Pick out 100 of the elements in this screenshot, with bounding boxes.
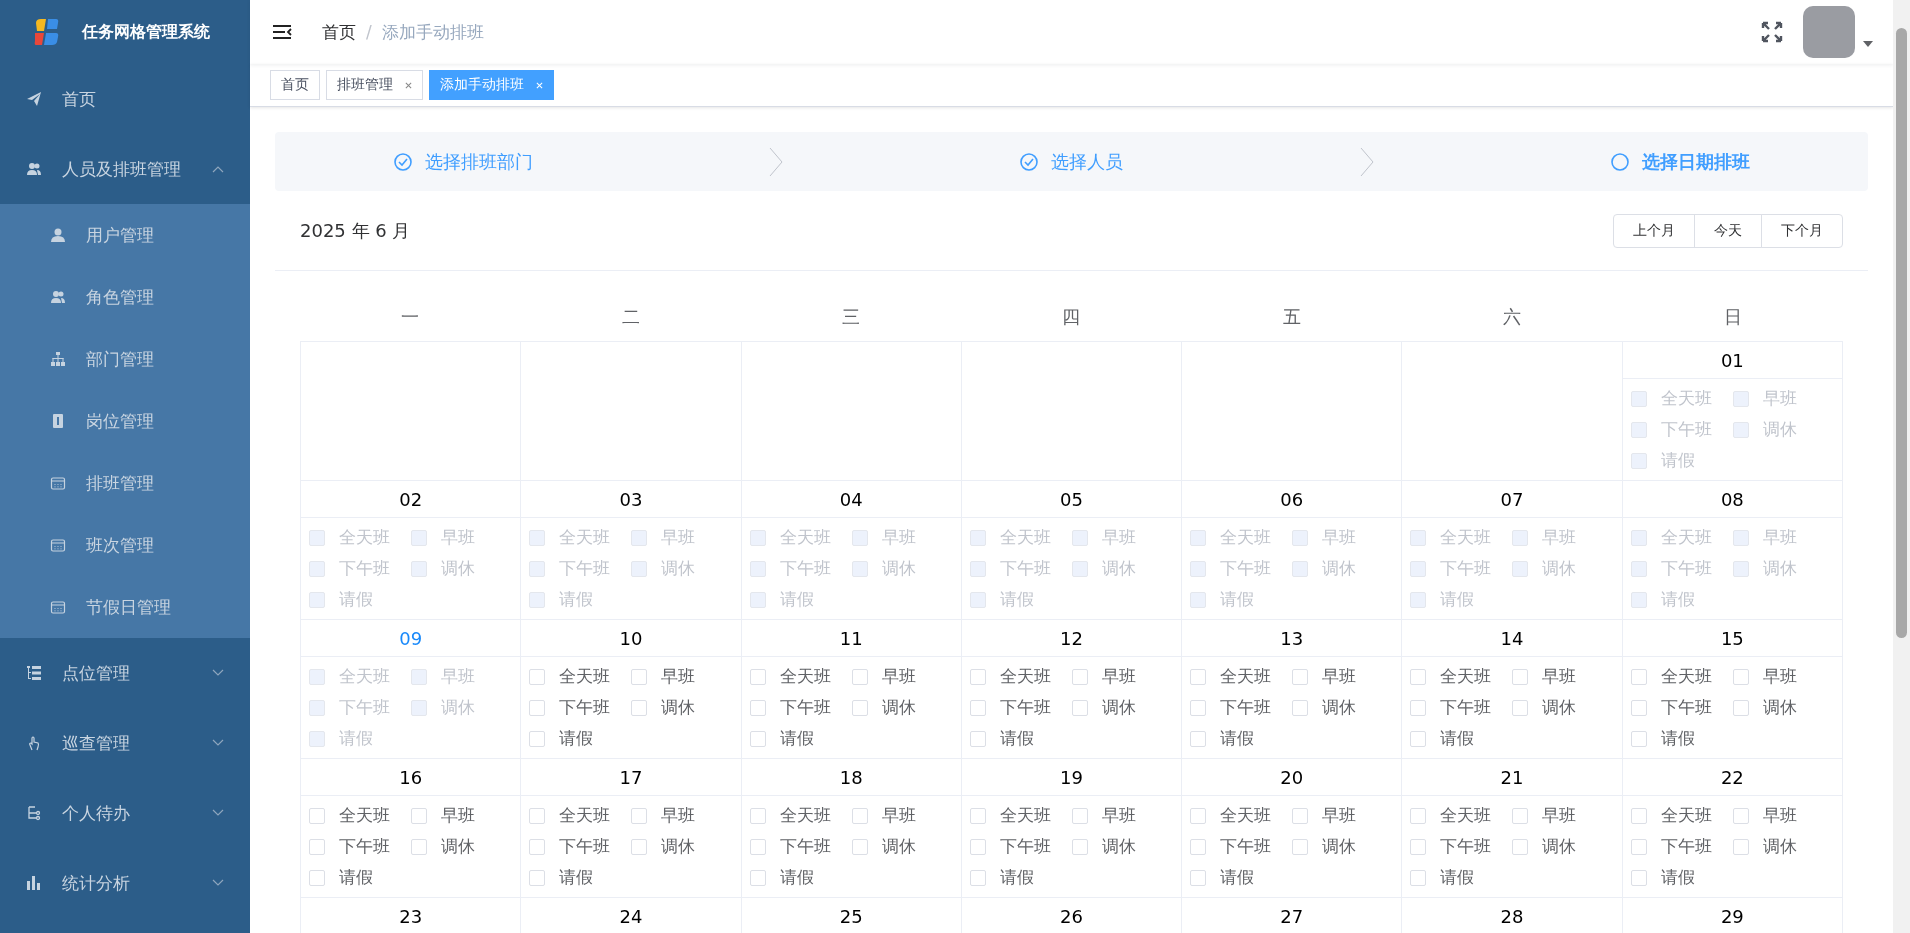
shift-checkbox[interactable]: 全天班 xyxy=(1190,665,1293,688)
submenu-item[interactable]: 班次管理 xyxy=(0,514,250,576)
breadcrumb-item[interactable]: 首页 xyxy=(322,20,356,44)
submenu-item[interactable]: 部门管理 xyxy=(0,328,250,390)
shift-checkbox[interactable]: 调休 xyxy=(1292,835,1394,858)
shift-checkbox[interactable]: 调休 xyxy=(851,835,953,858)
shift-checkbox[interactable]: 早班 xyxy=(1512,804,1614,827)
shift-checkbox[interactable]: 全天班 xyxy=(749,804,852,827)
shift-checkbox[interactable]: 请假 xyxy=(1410,727,1513,750)
shift-checkbox[interactable]: 下午班 xyxy=(309,835,411,858)
shift-checkbox[interactable]: 调休 xyxy=(411,835,513,858)
org-chart-icon xyxy=(50,351,66,367)
shift-checkbox[interactable]: 下午班 xyxy=(969,696,1072,719)
shift-checkbox[interactable]: 调休 xyxy=(1512,696,1614,719)
shift-checkbox[interactable]: 请假 xyxy=(1630,866,1733,889)
shift-checkbox[interactable]: 下午班 xyxy=(749,696,852,719)
tab[interactable]: 首页 xyxy=(270,70,320,100)
shift-checkbox[interactable]: 调休 xyxy=(631,696,733,719)
shift-checkbox[interactable]: 请假 xyxy=(969,727,1072,750)
shift-checkbox[interactable]: 请假 xyxy=(529,727,632,750)
shift-checkbox[interactable]: 调休 xyxy=(851,696,953,719)
shift-checkbox[interactable]: 早班 xyxy=(1732,804,1834,827)
menu-item[interactable]: 人员及排班管理 xyxy=(0,134,250,204)
shift-checkbox[interactable]: 请假 xyxy=(1190,727,1293,750)
caret-icon[interactable] xyxy=(1863,41,1873,47)
shift-checkbox[interactable]: 早班 xyxy=(1071,804,1174,827)
weekday-label: 三 xyxy=(841,305,862,329)
shift-checkbox[interactable]: 全天班 xyxy=(969,665,1072,688)
shift-checkbox[interactable]: 下午班 xyxy=(529,835,632,858)
calendar-nav-button[interactable]: 今天 xyxy=(1694,213,1762,248)
shift-checkbox[interactable]: 下午班 xyxy=(529,696,632,719)
shift-checkbox[interactable]: 全天班 xyxy=(749,665,852,688)
submenu-item[interactable]: 用户管理 xyxy=(0,204,250,266)
scrollbar[interactable] xyxy=(1893,0,1910,933)
close-icon[interactable] xyxy=(405,81,412,89)
shift-checkbox[interactable]: 早班 xyxy=(1292,804,1394,827)
shift-checkbox[interactable]: 全天班 xyxy=(1190,804,1293,827)
shift-checkbox[interactable]: 早班 xyxy=(1292,665,1394,688)
shift-checkbox[interactable]: 请假 xyxy=(309,866,411,889)
shift-checkbox[interactable]: 下午班 xyxy=(1190,696,1293,719)
shift-checkbox[interactable]: 调休 xyxy=(631,835,733,858)
shift-checkbox[interactable]: 下午班 xyxy=(1630,835,1733,858)
calendar-nav-button[interactable]: 上个月 xyxy=(1613,213,1695,248)
shift-checkbox[interactable]: 全天班 xyxy=(1630,804,1733,827)
day-number: 26 xyxy=(961,898,1182,933)
shift-checkbox[interactable]: 下午班 xyxy=(1410,696,1513,719)
shift-checkbox[interactable]: 早班 xyxy=(1732,665,1834,688)
shift-checkbox[interactable]: 下午班 xyxy=(1630,696,1733,719)
shift-checkbox[interactable]: 调休 xyxy=(1071,835,1174,858)
day-number: 25 xyxy=(741,898,961,933)
shift-checkbox[interactable]: 全天班 xyxy=(309,804,411,827)
shift-checkbox[interactable]: 早班 xyxy=(631,665,733,688)
month-title: 2025 年 6 月 xyxy=(300,218,411,243)
shift-checkbox[interactable]: 请假 xyxy=(749,727,852,750)
menu-item[interactable]: 统计分析 xyxy=(0,848,250,918)
submenu-item[interactable]: 排班管理 xyxy=(0,452,250,514)
shift-checkbox[interactable]: 调休 xyxy=(1512,835,1614,858)
shift-checkbox[interactable]: 全天班 xyxy=(969,804,1072,827)
chevron-right-icon xyxy=(769,146,784,177)
shift-checkbox[interactable]: 请假 xyxy=(529,866,632,889)
shift-checkbox[interactable]: 全天班 xyxy=(529,804,632,827)
submenu-item[interactable]: 节假日管理 xyxy=(0,576,250,638)
shift-checkbox[interactable]: 请假 xyxy=(749,866,852,889)
shift-checkbox[interactable]: 早班 xyxy=(851,804,953,827)
scrollbar-thumb[interactable] xyxy=(1896,28,1907,638)
shift-checkbox[interactable]: 早班 xyxy=(1512,665,1614,688)
shift-checkbox[interactable]: 全天班 xyxy=(1630,665,1733,688)
shift-checkbox[interactable]: 全天班 xyxy=(529,665,632,688)
menu-toggle-icon[interactable] xyxy=(272,24,292,40)
day-number: 07 xyxy=(1402,481,1622,518)
shift-checkbox[interactable]: 早班 xyxy=(1071,665,1174,688)
menu-item[interactable]: 个人待办 xyxy=(0,778,250,848)
shift-checkbox[interactable]: 调休 xyxy=(1292,696,1394,719)
shift-checkbox[interactable]: 请假 xyxy=(1190,866,1293,889)
fullscreen-icon[interactable] xyxy=(1761,21,1783,43)
tab[interactable]: 排班管理 xyxy=(326,70,423,100)
shift-checkbox[interactable]: 调休 xyxy=(1071,696,1174,719)
shift-checkbox[interactable]: 早班 xyxy=(851,665,953,688)
shift-checkbox[interactable]: 请假 xyxy=(1410,866,1513,889)
shift-checkbox[interactable]: 早班 xyxy=(631,804,733,827)
shift-checkbox[interactable]: 调休 xyxy=(1732,696,1834,719)
shift-checkbox[interactable]: 下午班 xyxy=(1410,835,1513,858)
submenu-item[interactable]: 角色管理 xyxy=(0,266,250,328)
avatar-placeholder[interactable] xyxy=(1803,6,1855,58)
app-title: 任务网格管理系统 xyxy=(82,21,210,43)
shift-checkbox[interactable]: 全天班 xyxy=(1410,804,1513,827)
calendar-nav-button[interactable]: 下个月 xyxy=(1761,213,1843,248)
shift-checkbox[interactable]: 请假 xyxy=(1630,727,1733,750)
menu-item[interactable]: 巡查管理 xyxy=(0,708,250,778)
shift-checkbox[interactable]: 早班 xyxy=(411,804,513,827)
shift-checkbox[interactable]: 全天班 xyxy=(1410,665,1513,688)
shift-checkbox[interactable]: 下午班 xyxy=(1190,835,1293,858)
shift-checkbox[interactable]: 下午班 xyxy=(749,835,852,858)
shift-checkbox[interactable]: 下午班 xyxy=(969,835,1072,858)
shift-checkbox[interactable]: 请假 xyxy=(969,866,1072,889)
submenu-item[interactable]: 岗位管理 xyxy=(0,390,250,452)
weekday-label: 六 xyxy=(1502,305,1523,329)
shift-checkbox[interactable]: 调休 xyxy=(1732,835,1834,858)
menu-item[interactable]: 点位管理 xyxy=(0,638,250,708)
menu-item[interactable]: 首页 xyxy=(0,64,250,134)
